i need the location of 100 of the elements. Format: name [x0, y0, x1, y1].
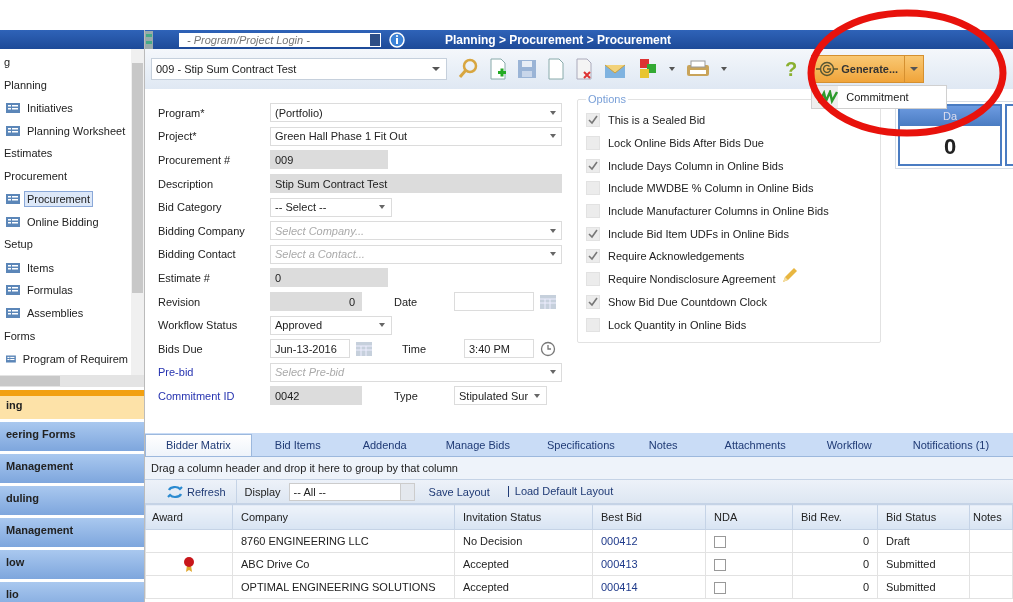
caret-icon[interactable]	[721, 67, 727, 71]
table-cell: No Decision	[454, 529, 593, 553]
input-field[interactable]: Approved	[270, 315, 392, 335]
scrollbar[interactable]	[0, 375, 144, 387]
field-label: Bidding Company	[158, 224, 246, 237]
options-title: Options	[587, 93, 627, 105]
calendar-icon[interactable]	[356, 341, 372, 356]
input-field[interactable]: Stip Sum Contract Test	[270, 174, 562, 194]
column-header[interactable]: NDA	[705, 504, 793, 530]
tree-group-label[interactable]: Forms	[4, 324, 131, 348]
column-header[interactable]: Company	[232, 504, 455, 530]
tree-item[interactable]: Program of Requirem	[19, 350, 131, 367]
field-label: Procurement #	[158, 154, 232, 166]
caret-icon[interactable]	[669, 67, 675, 71]
printer-icon[interactable]	[685, 59, 711, 79]
column-header[interactable]: Award	[145, 504, 233, 530]
column-header[interactable]: Best Bid	[592, 504, 706, 530]
input-field[interactable]: 0	[270, 292, 362, 312]
tree-item[interactable]: Formulas	[24, 282, 76, 299]
info-icon[interactable]	[389, 31, 405, 48]
tab[interactable]: Addenda	[343, 435, 426, 456]
list-icon	[6, 353, 16, 364]
display-dropdown[interactable]: -- All --	[288, 482, 415, 501]
signature-icon	[818, 90, 839, 104]
tree-item[interactable]: Procurement	[24, 191, 93, 208]
list-icon	[6, 308, 20, 319]
option-label: Include Days Column in Online Bids	[608, 159, 784, 172]
tree-group-label[interactable]: Estimates	[4, 142, 131, 165]
copy-icon[interactable]	[547, 58, 565, 80]
module-tab[interactable]: ing	[0, 390, 144, 419]
input-field[interactable]: (Portfolio)	[270, 103, 562, 123]
input-field[interactable]: -- Select --	[270, 197, 392, 217]
tree-item[interactable]: Planning Worksheet	[24, 122, 129, 139]
table-cell: Submitted	[877, 552, 970, 576]
bid-link[interactable]: 000412	[592, 529, 706, 553]
login-dropdown[interactable]: - Program/Project Login -	[179, 32, 381, 47]
table-cell: 0	[792, 552, 878, 576]
column-header[interactable]: Bid Status	[877, 504, 970, 530]
tab[interactable]: Notifications (1)	[892, 435, 1010, 456]
record-dropdown[interactable]: 009 - Stip Sum Contract Test	[151, 58, 447, 80]
search-icon[interactable]	[457, 58, 479, 80]
countdown-value: 0	[942, 133, 958, 161]
tree-group-label[interactable]: Planning	[4, 73, 131, 97]
column-header[interactable]: Notes	[969, 504, 1013, 530]
field-label: Description	[158, 177, 215, 190]
input-field[interactable]: 009	[270, 150, 388, 170]
tab[interactable]: Attachments	[704, 435, 806, 456]
input-field[interactable]	[454, 292, 534, 312]
module-tab[interactable]: Management	[0, 454, 144, 483]
column-header[interactable]: Bid Rev.	[792, 504, 878, 530]
colors-icon[interactable]	[637, 58, 659, 80]
new-document-icon[interactable]	[489, 58, 507, 80]
checkbox[interactable]	[714, 558, 726, 571]
module-tab[interactable]: Management	[0, 518, 144, 547]
option-label: Include Bid Item UDFs in Online Bids	[608, 227, 789, 240]
grip-icon[interactable]	[145, 30, 153, 49]
input-field[interactable]: Stipulated Sur	[454, 386, 547, 406]
scrollbar[interactable]	[131, 49, 144, 375]
tree-group-label[interactable]: g	[4, 51, 131, 74]
tab[interactable]: Notes	[632, 435, 704, 456]
refresh-button[interactable]: Refresh	[145, 480, 237, 503]
save-icon[interactable]	[517, 59, 537, 79]
checkbox[interactable]	[714, 535, 726, 548]
input-field[interactable]: 3:40 PM	[464, 339, 534, 359]
refresh-icon	[167, 484, 183, 499]
list-icon	[6, 262, 20, 273]
tab[interactable]: Bid Items	[252, 435, 343, 456]
bid-link[interactable]: 000414	[592, 575, 706, 599]
tree-group-label[interactable]: Setup	[4, 233, 131, 257]
tree-item[interactable]: Online Bidding	[24, 213, 102, 230]
load-layout-link[interactable]: Load Default Layout	[507, 486, 614, 497]
save-layout-link[interactable]: Save Layout	[428, 485, 490, 498]
delete-document-icon[interactable]	[575, 58, 593, 80]
menu-item[interactable]: Commitment	[846, 91, 909, 103]
bid-link[interactable]: 000413	[592, 552, 706, 576]
column-header[interactable]: Invitation Status	[454, 504, 593, 530]
checkbox[interactable]	[714, 581, 726, 594]
option-label: Require Nondisclosure Agreement	[608, 273, 776, 286]
clock-icon[interactable]	[540, 340, 556, 357]
input-field[interactable]: Green Hall Phase 1 Fit Out	[270, 126, 562, 146]
tree-item[interactable]: Initiatives	[24, 100, 76, 116]
tab[interactable]: Manage Bids	[426, 435, 529, 456]
tree-group-label[interactable]: Procurement	[4, 165, 131, 188]
tab[interactable]: Workflow	[806, 435, 892, 456]
table-cell: 0	[792, 575, 878, 599]
table-cell: Draft	[877, 529, 970, 553]
input-field[interactable]: Jun-13-2016	[270, 339, 350, 359]
tab[interactable]: Bidder Matrix	[145, 434, 252, 456]
module-tab[interactable]: eering Forms	[0, 422, 144, 451]
tab[interactable]: Specifications	[529, 435, 632, 456]
input-field[interactable]: 0	[270, 268, 388, 288]
tree-item[interactable]: Items	[24, 259, 57, 276]
module-tab[interactable]: lio	[0, 582, 144, 602]
module-tab[interactable]: duling	[0, 486, 144, 515]
input-field[interactable]: 0042	[270, 386, 362, 406]
dropdown-button[interactable]	[904, 55, 925, 83]
tree-item[interactable]: Assemblies	[24, 305, 87, 322]
field-label: Commitment ID	[158, 389, 236, 402]
module-tab[interactable]: low	[0, 550, 144, 579]
calendar-icon[interactable]	[540, 294, 556, 309]
